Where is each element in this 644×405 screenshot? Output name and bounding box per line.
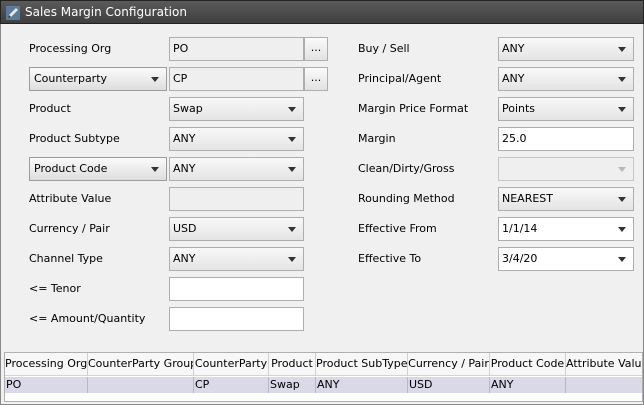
chevron-down-icon	[618, 257, 626, 262]
chevron-down-icon	[151, 77, 159, 82]
tenor-label: <= Tenor	[29, 282, 81, 295]
chevron-down-icon	[288, 257, 296, 262]
counterparty-lookup-button[interactable]: ...	[304, 67, 328, 91]
buy-sell-label: Buy / Sell	[358, 42, 410, 55]
product-code-value: ANY	[173, 162, 196, 175]
currency-pair-dropdown[interactable]: USD	[169, 217, 304, 241]
product-subtype-value: ANY	[173, 132, 196, 145]
chevron-down-icon	[288, 227, 296, 232]
chevron-down-icon	[618, 107, 626, 112]
chevron-down-icon	[618, 77, 626, 82]
effective-to-datepicker[interactable]: 3/4/20	[498, 247, 634, 271]
product-code-type-label: Product Code	[34, 162, 108, 175]
product-label: Product	[29, 102, 71, 115]
chevron-down-icon	[288, 167, 296, 172]
channel-type-dropdown[interactable]: ANY	[169, 247, 304, 271]
table-cell	[88, 377, 194, 393]
effective-to-value: 3/4/20	[502, 252, 538, 265]
principal-agent-label: Principal/Agent	[358, 72, 442, 85]
chevron-down-icon	[618, 227, 626, 232]
column-header-counterparty-group[interactable]: CounterParty Group	[88, 353, 194, 376]
margin-price-format-label: Margin Price Format	[358, 102, 469, 115]
counterparty-field[interactable]: CP	[169, 67, 304, 91]
table-cell: CP	[194, 377, 269, 393]
rounding-method-value: NEAREST	[502, 192, 553, 205]
product-dropdown[interactable]: Swap	[169, 97, 304, 121]
window-title: Sales Margin Configuration	[25, 5, 187, 19]
margin-price-format-value: Points	[502, 102, 536, 115]
rounding-method-label: Rounding Method	[358, 192, 455, 205]
currency-pair-label: Currency / Pair	[29, 222, 110, 235]
product-value: Swap	[173, 102, 203, 115]
title-bar: Sales Margin Configuration	[0, 0, 644, 24]
effective-to-label: Effective To	[358, 252, 422, 265]
attribute-value-label: Attribute Value	[29, 192, 112, 205]
margin-input[interactable]: 25.0	[498, 127, 634, 151]
buy-sell-value: ANY	[502, 42, 525, 55]
chevron-down-icon	[151, 167, 159, 172]
processing-org-label: Processing Org	[29, 42, 112, 55]
margin-config-table: Processing Org CounterParty Group Counte…	[4, 352, 643, 402]
column-header-attribute-value[interactable]: Attribute Value	[566, 353, 642, 376]
product-subtype-label: Product Subtype	[29, 132, 120, 145]
product-code-dropdown[interactable]: ANY	[169, 157, 304, 181]
buy-sell-dropdown[interactable]: ANY	[498, 37, 634, 61]
column-header-product-subtype[interactable]: Product SubType	[316, 353, 408, 376]
channel-type-value: ANY	[173, 252, 196, 265]
table-header: Processing Org CounterParty Group Counte…	[5, 353, 642, 376]
table-cell: Swap	[269, 377, 316, 393]
column-header-processing-org[interactable]: Processing Org	[5, 353, 88, 376]
column-header-counterparty[interactable]: CounterParty	[194, 353, 269, 376]
counterparty-type-label: Counterparty	[34, 72, 108, 85]
pencil-icon	[6, 6, 20, 20]
chevron-down-icon	[618, 197, 626, 202]
table-cell: ANY	[490, 377, 566, 393]
rounding-method-dropdown[interactable]: NEAREST	[498, 187, 634, 211]
margin-label: Margin	[358, 132, 396, 145]
currency-pair-value: USD	[173, 222, 197, 235]
table-cell: USD	[408, 377, 490, 393]
column-header-currency-pair[interactable]: Currency / Pair	[408, 353, 490, 376]
product-subtype-dropdown[interactable]: ANY	[169, 127, 304, 151]
table-cell: ANY	[316, 377, 408, 393]
table-row[interactable]: PO CP Swap ANY USD ANY	[5, 377, 642, 393]
chevron-down-icon	[288, 137, 296, 142]
clean-dirty-gross-label: Clean/Dirty/Gross	[358, 162, 455, 175]
column-header-product-code[interactable]: Product Code	[490, 353, 566, 376]
principal-agent-value: ANY	[502, 72, 525, 85]
amount-quantity-input[interactable]	[169, 307, 304, 331]
amount-quantity-label: <= Amount/Quantity	[29, 312, 146, 325]
clean-dirty-gross-dropdown	[498, 157, 634, 181]
tenor-input[interactable]	[169, 277, 304, 301]
channel-type-label: Channel Type	[29, 252, 103, 265]
effective-from-label: Effective From	[358, 222, 437, 235]
chevron-down-icon	[618, 167, 626, 172]
attribute-value-field[interactable]	[169, 187, 304, 211]
chevron-down-icon	[618, 47, 626, 52]
effective-from-value: 1/1/14	[502, 222, 538, 235]
processing-org-lookup-button[interactable]: ...	[304, 37, 328, 61]
table-cell: PO	[5, 377, 88, 393]
counterparty-type-selector[interactable]: Counterparty	[29, 67, 167, 91]
column-header-product[interactable]: Product	[269, 353, 316, 376]
principal-agent-dropdown[interactable]: ANY	[498, 67, 634, 91]
table-cell	[566, 377, 642, 393]
chevron-down-icon	[288, 107, 296, 112]
processing-org-field[interactable]: PO	[169, 37, 304, 61]
effective-from-datepicker[interactable]: 1/1/14	[498, 217, 634, 241]
margin-price-format-dropdown[interactable]: Points	[498, 97, 634, 121]
product-code-type-selector[interactable]: Product Code	[29, 157, 167, 181]
